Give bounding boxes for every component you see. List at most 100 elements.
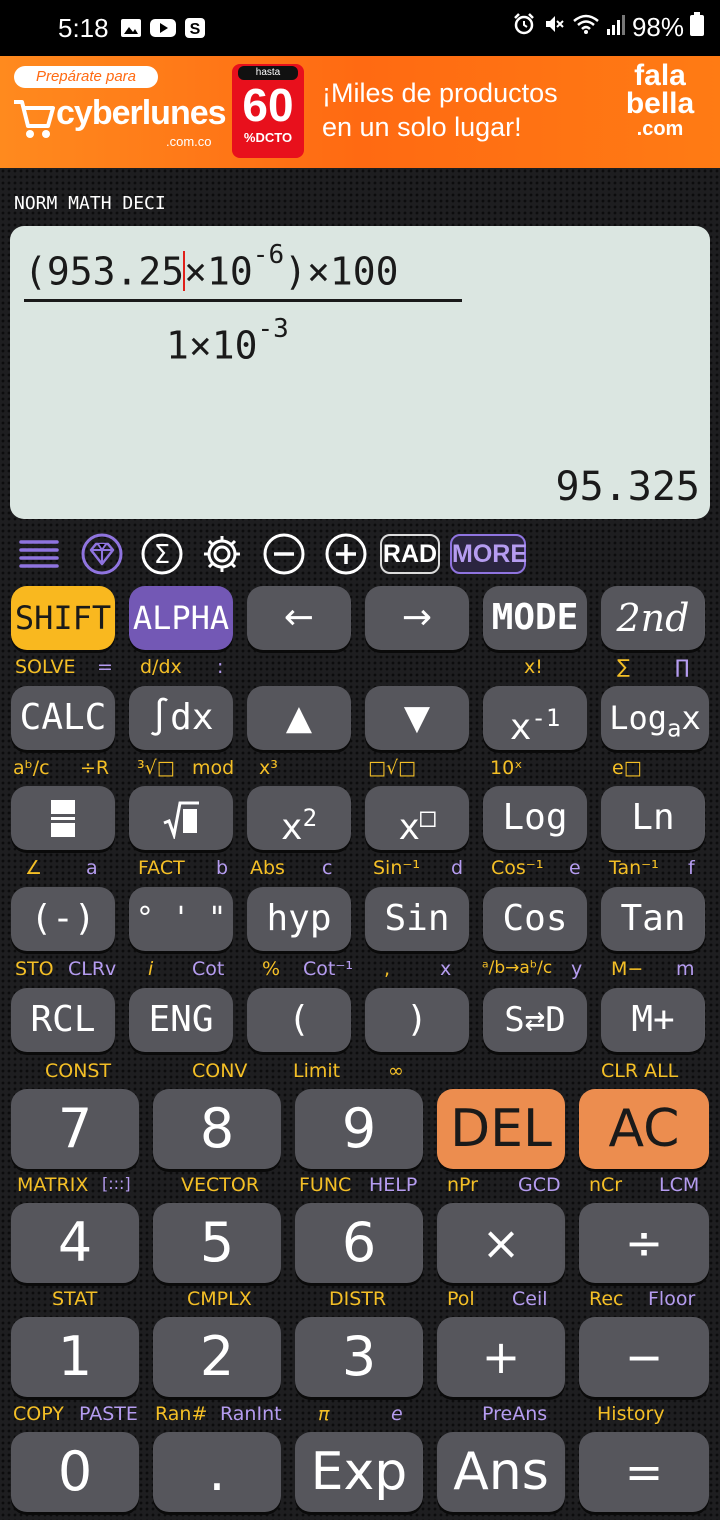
digit-3-key[interactable]: 3 xyxy=(295,1317,423,1397)
close-paren-key[interactable]: ) xyxy=(365,988,469,1052)
youtube-icon xyxy=(150,15,176,46)
cot-label: Cot xyxy=(192,958,225,980)
rec-label: Rec xyxy=(589,1288,624,1310)
equals-key[interactable]: = xyxy=(579,1432,709,1512)
ceil-label: Ceil xyxy=(512,1288,548,1310)
mode-key[interactable]: MODE xyxy=(483,586,587,650)
integral-key[interactable]: ∫dx xyxy=(129,686,233,750)
abs-label: Abs xyxy=(250,857,285,879)
status-bar: 5:18 S 98% xyxy=(0,0,720,56)
solve-label: SOLVE xyxy=(15,656,76,678)
comma-label: , xyxy=(384,958,391,980)
distr-label: DISTR xyxy=(329,1288,387,1310)
zoom-in-icon[interactable] xyxy=(324,532,368,576)
decimal-key[interactable]: . xyxy=(153,1432,281,1512)
log-key[interactable]: Log xyxy=(483,786,587,850)
delete-key[interactable]: DEL xyxy=(437,1089,565,1169)
status-right: 98% xyxy=(512,12,704,43)
digit-0-key[interactable]: 0 xyxy=(11,1432,139,1512)
hyp-key[interactable]: hyp xyxy=(247,887,351,951)
dms-key[interactable]: ° ' " xyxy=(129,887,233,951)
all-clear-key[interactable]: AC xyxy=(579,1089,709,1169)
m-minus-label: M− xyxy=(611,958,644,980)
digit-7-key[interactable]: 7 xyxy=(11,1089,139,1169)
ln-key[interactable]: Ln xyxy=(601,786,705,850)
square-key-exp: 2 xyxy=(302,804,318,832)
cube-label: x³ xyxy=(259,757,278,779)
negative-key[interactable]: (-) xyxy=(11,887,115,951)
angle-label: ∠ xyxy=(25,857,43,879)
imaginary-label: i xyxy=(148,958,154,980)
ad-logo-line1: fala xyxy=(634,59,686,92)
digit-6-key[interactable]: 6 xyxy=(295,1203,423,1283)
tan-key[interactable]: Tan xyxy=(601,887,705,951)
power-key[interactable]: x□ xyxy=(365,786,469,850)
exp-key[interactable]: Exp xyxy=(295,1432,423,1512)
eng-key[interactable]: ENG xyxy=(129,988,233,1052)
cursor-down-key[interactable]: ▼ xyxy=(365,686,469,750)
euler-label: e xyxy=(391,1403,403,1425)
rad-button[interactable]: RAD xyxy=(380,534,440,574)
digit-8-key[interactable]: 8 xyxy=(153,1089,281,1169)
cursor-up-key[interactable]: ▲ xyxy=(247,686,351,750)
divide-key[interactable]: ÷ xyxy=(579,1203,709,1283)
alpha-key[interactable]: ALPHA xyxy=(129,586,233,650)
mixed-fraction-label: aᵇ/c xyxy=(13,757,50,779)
gcd-label: GCD xyxy=(518,1174,561,1196)
digit-4-key[interactable]: 4 xyxy=(11,1203,139,1283)
rcl-key[interactable]: RCL xyxy=(11,988,115,1052)
cursor-right-key[interactable]: → xyxy=(365,586,469,650)
open-paren-key[interactable]: ( xyxy=(247,988,351,1052)
arcsin-label: Sin⁻¹ xyxy=(373,857,421,879)
ad-logo-line3: .com xyxy=(636,118,684,140)
m-plus-key[interactable]: M+ xyxy=(601,988,705,1052)
copy-label: COPY xyxy=(13,1403,64,1425)
sqrt-key[interactable] xyxy=(129,786,233,850)
digit-1-key[interactable]: 1 xyxy=(11,1317,139,1397)
var-m-label: m xyxy=(676,958,695,980)
ad-banner[interactable]: Prepárate para cyberlunes .com.co hasta … xyxy=(0,56,720,168)
history-label: History xyxy=(597,1403,665,1425)
plus-key[interactable]: + xyxy=(437,1317,565,1397)
random-label: Ran# xyxy=(155,1403,208,1425)
calculator-display[interactable]: (953.25×10-6)×100 1×10-3 95.325 xyxy=(10,226,710,519)
cos-key[interactable]: Cos xyxy=(483,887,587,951)
numerator-exponent: -6 xyxy=(252,240,285,270)
second-key[interactable]: 2nd xyxy=(601,586,705,650)
ad-logo-line2: bella xyxy=(625,87,695,120)
diamond-icon[interactable] xyxy=(80,532,124,576)
npr-label: nPr xyxy=(447,1174,478,1196)
zoom-out-icon[interactable] xyxy=(262,532,306,576)
numerator: (953.25×10-6)×100 xyxy=(24,240,399,294)
help-label: HELP xyxy=(369,1174,418,1196)
ad-discount-badge: hasta 60 %DCTO xyxy=(232,64,304,158)
digit-5-key[interactable]: 5 xyxy=(153,1203,281,1283)
s-d-key[interactable]: S⇄D xyxy=(483,988,587,1052)
more-button[interactable]: MORE xyxy=(450,534,527,574)
fraction-key[interactable] xyxy=(11,786,115,850)
gear-icon[interactable] xyxy=(200,532,244,576)
inverse-key-base: x xyxy=(509,707,532,748)
menu-icon[interactable] xyxy=(16,532,62,576)
denominator-part-a: 1×10 xyxy=(166,323,258,368)
loga-key[interactable]: Logax xyxy=(601,686,709,750)
digit-2-key[interactable]: 2 xyxy=(153,1317,281,1397)
shift-key[interactable]: SHIFT xyxy=(11,586,115,650)
ans-key[interactable]: Ans xyxy=(437,1432,565,1512)
var-c-label: c xyxy=(322,857,333,879)
square-key-base: x xyxy=(280,807,303,848)
cursor-left-key[interactable]: ← xyxy=(247,586,351,650)
digit-9-key[interactable]: 9 xyxy=(295,1089,423,1169)
sigma-icon[interactable]: Σ xyxy=(140,532,184,576)
inverse-key[interactable]: x-1 xyxy=(483,686,587,750)
multiply-key[interactable]: × xyxy=(437,1203,565,1283)
var-f-label: f xyxy=(688,857,695,879)
calc-key[interactable]: CALC xyxy=(11,686,115,750)
sum-label: ∑ xyxy=(617,656,630,678)
sin-key[interactable]: Sin xyxy=(365,887,469,951)
minus-key[interactable]: − xyxy=(579,1317,709,1397)
mute-icon xyxy=(542,12,566,43)
cube-root-label: ³√□ xyxy=(137,757,175,779)
ad-brand-domain: .com.co xyxy=(166,134,212,149)
square-key[interactable]: x2 xyxy=(247,786,351,850)
